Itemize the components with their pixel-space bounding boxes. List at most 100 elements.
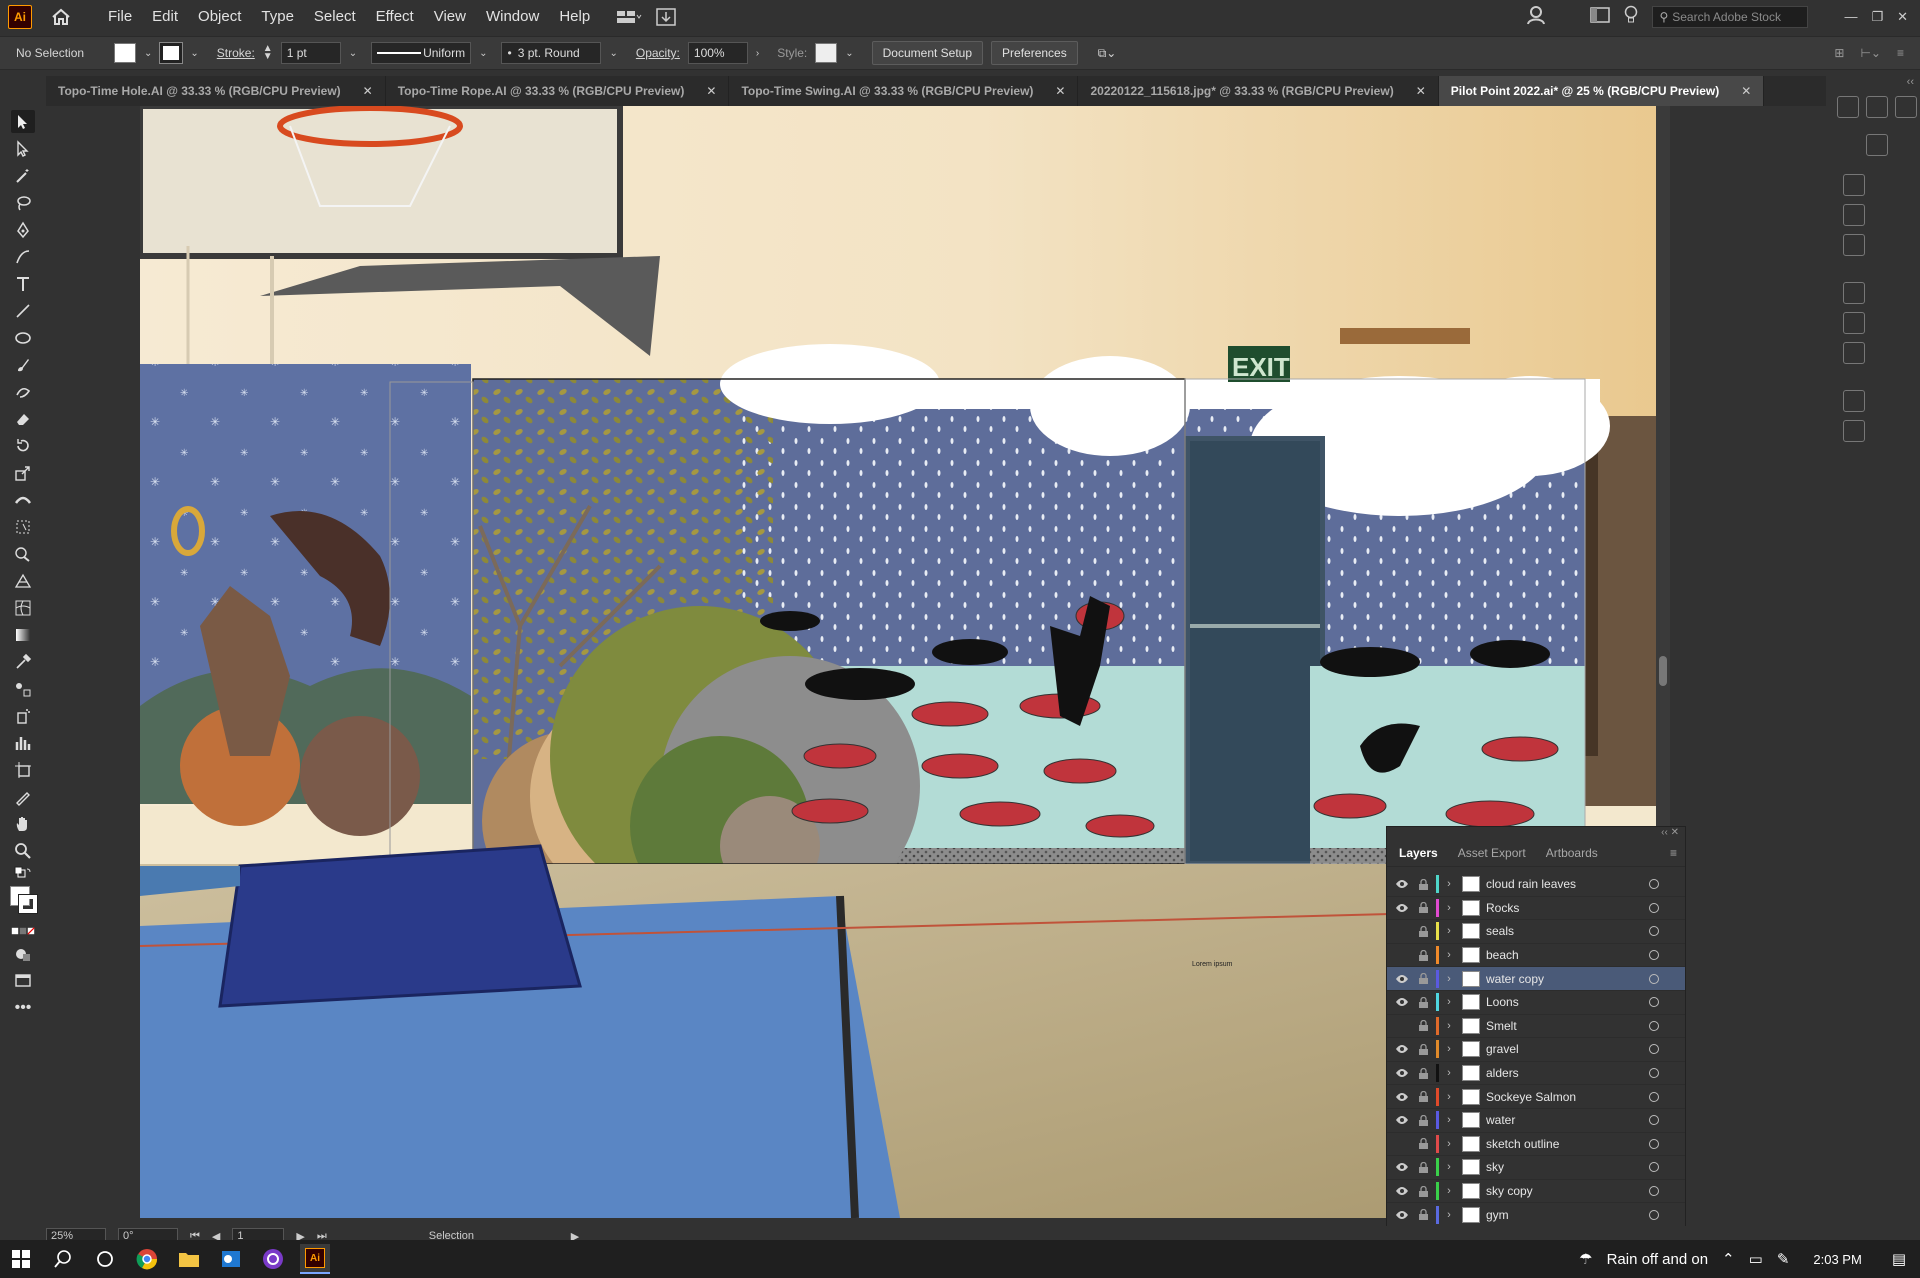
layer-row[interactable]: › sky copy — [1387, 1180, 1685, 1204]
lock-icon[interactable] — [1413, 996, 1433, 1008]
draw-mode-icon[interactable] — [11, 942, 35, 965]
perspective-grid-tool-icon[interactable] — [11, 569, 35, 592]
hand-tool-icon[interactable] — [11, 812, 35, 835]
expand-chevron-icon[interactable]: › — [1442, 925, 1456, 937]
layer-row[interactable]: › gravel — [1387, 1038, 1685, 1062]
search-adobe-stock-input[interactable]: ⚲ Search Adobe Stock — [1652, 5, 1809, 28]
search-icon[interactable] — [48, 1244, 78, 1274]
windows-start-icon[interactable] — [6, 1244, 36, 1274]
lock-icon[interactable] — [1413, 1161, 1433, 1173]
obs-icon[interactable] — [258, 1244, 288, 1274]
opacity-label[interactable]: Opacity: — [636, 46, 680, 60]
layers-panel-icon[interactable] — [1843, 420, 1865, 442]
stroke-stepper-icon[interactable]: ▲ ▼ — [263, 44, 273, 62]
direct-selection-tool-icon[interactable] — [11, 137, 35, 160]
illustrator-taskbar-icon[interactable]: Ai — [300, 1244, 330, 1274]
stroke-weight-field[interactable]: 1 pt — [280, 42, 341, 64]
slice-tool-icon[interactable] — [11, 785, 35, 808]
lock-icon[interactable] — [1413, 1138, 1433, 1150]
layer-row[interactable]: › sky — [1387, 1156, 1685, 1180]
eraser-tool-icon[interactable] — [11, 407, 35, 430]
tab-layers[interactable]: Layers — [1399, 846, 1438, 860]
layer-row[interactable]: › water — [1387, 1109, 1685, 1133]
free-transform-tool-icon[interactable] — [11, 515, 35, 538]
symbol-sprayer-tool-icon[interactable] — [11, 704, 35, 727]
tray-chevron-icon[interactable]: ⌃ — [1722, 1250, 1735, 1268]
mesh-tool-icon[interactable] — [11, 596, 35, 619]
visibility-eye-icon[interactable] — [1391, 1186, 1413, 1196]
task-view-icon[interactable] — [90, 1244, 120, 1274]
panel-menu-icon[interactable]: ≡ — [1670, 846, 1677, 860]
layer-name[interactable]: water — [1486, 1113, 1649, 1127]
graphic-styles-panel-icon[interactable] — [1843, 234, 1865, 256]
lock-icon[interactable] — [1413, 925, 1433, 937]
width-tool-icon[interactable] — [11, 488, 35, 511]
magic-wand-tool-icon[interactable] — [11, 164, 35, 187]
layer-row[interactable]: › beach — [1387, 944, 1685, 968]
layer-row[interactable]: › Sockeye Salmon — [1387, 1085, 1685, 1109]
brushes-panel-icon[interactable] — [1843, 174, 1865, 196]
type-tool-icon[interactable] — [11, 272, 35, 295]
tab-topo-time-swing[interactable]: Topo-Time Swing.AI @ 33.33 % (RGB/CPU Pr… — [729, 76, 1079, 106]
lock-icon[interactable] — [1413, 1091, 1433, 1103]
panel-collapse-close-icons[interactable]: ‹‹ ✕ — [1387, 827, 1685, 839]
layer-name[interactable]: gym — [1486, 1208, 1649, 1222]
user-account-icon[interactable] — [1526, 5, 1546, 28]
menu-edit[interactable]: Edit — [142, 0, 188, 33]
swatches-panel-icon[interactable] — [1866, 134, 1888, 156]
eyedropper-tool-icon[interactable] — [11, 650, 35, 673]
tab-topo-time-rope[interactable]: Topo-Time Rope.AI @ 33.33 % (RGB/CPU Pre… — [385, 76, 730, 106]
stroke-weight-dropdown-icon[interactable]: ⌄ — [349, 48, 357, 59]
layer-name[interactable]: Smelt — [1486, 1019, 1649, 1033]
expand-chevron-icon[interactable]: › — [1442, 1209, 1456, 1221]
color-mode-icons[interactable] — [11, 924, 35, 938]
layer-name[interactable]: Sockeye Salmon — [1486, 1090, 1649, 1104]
stroke-swatch[interactable] — [159, 42, 184, 64]
visibility-eye-icon[interactable] — [1391, 879, 1413, 889]
expand-chevron-icon[interactable]: › — [1442, 1020, 1456, 1032]
align-icon[interactable]: ⊞ — [1834, 46, 1844, 60]
target-circle-icon[interactable] — [1649, 926, 1659, 937]
lock-icon[interactable] — [1413, 1209, 1433, 1221]
layer-row[interactable]: › alders — [1387, 1062, 1685, 1086]
fill-dropdown-icon[interactable]: ⌄ — [144, 48, 152, 59]
pen-tool-icon[interactable] — [11, 218, 35, 241]
menu-type[interactable]: Type — [251, 0, 304, 33]
artboard-tool-icon[interactable] — [11, 758, 35, 781]
tab-pilot-point-2022[interactable]: Pilot Point 2022.ai* @ 25 % (RGB/CPU Pre… — [1438, 76, 1765, 106]
close-window-icon[interactable]: ✕ — [1897, 9, 1908, 25]
stroke-color-swatch[interactable] — [18, 894, 38, 914]
arrange-icon[interactable]: ⧉⌄ — [1098, 46, 1117, 61]
shaper-tool-icon[interactable] — [11, 380, 35, 403]
target-circle-icon[interactable] — [1649, 1068, 1659, 1079]
scroll-thumb[interactable] — [1659, 656, 1667, 686]
menu-window[interactable]: Window — [476, 0, 549, 33]
target-circle-icon[interactable] — [1649, 1162, 1659, 1173]
collapse-dock-icon[interactable]: ‹‹ — [1834, 76, 1920, 88]
target-circle-icon[interactable] — [1649, 1138, 1659, 1149]
expand-chevron-icon[interactable]: › — [1442, 1185, 1456, 1197]
brush-definition[interactable]: • 3 pt. Round — [501, 42, 602, 64]
clock-time[interactable]: 2:03 PM — [1813, 1252, 1861, 1267]
transparency-panel-icon[interactable] — [1843, 342, 1865, 364]
close-tab-icon[interactable]: ✕ — [1741, 84, 1751, 98]
expand-chevron-icon[interactable]: › — [1442, 1067, 1456, 1079]
panel-menu-icon[interactable]: ≡ — [1897, 46, 1904, 60]
style-dropdown-icon[interactable]: ⌄ — [845, 48, 853, 59]
libraries-panel-icon[interactable] — [1865, 96, 1888, 118]
expand-chevron-icon[interactable]: › — [1442, 996, 1456, 1008]
rotate-tool-icon[interactable] — [11, 434, 35, 457]
stroke-panel-icon[interactable] — [1843, 282, 1865, 304]
graphic-style-swatch[interactable] — [815, 43, 838, 63]
target-circle-icon[interactable] — [1649, 1186, 1659, 1197]
target-circle-icon[interactable] — [1649, 1209, 1659, 1220]
visibility-eye-icon[interactable] — [1391, 997, 1413, 1007]
device-icon[interactable]: ▭ — [1749, 1250, 1763, 1268]
ellipse-tool-icon[interactable] — [11, 326, 35, 349]
line-segment-tool-icon[interactable] — [11, 299, 35, 322]
screen-mode-icon[interactable] — [11, 969, 35, 992]
preferences-button[interactable]: Preferences — [991, 41, 1078, 65]
notifications-icon[interactable]: ▤ — [1892, 1250, 1906, 1268]
zoom-tool-icon[interactable] — [11, 839, 35, 862]
paintbrush-tool-icon[interactable] — [11, 353, 35, 376]
